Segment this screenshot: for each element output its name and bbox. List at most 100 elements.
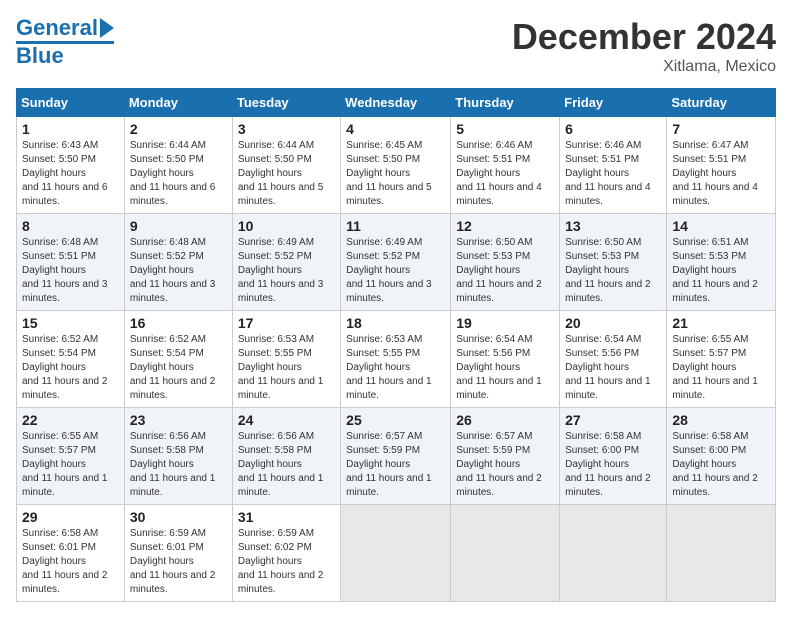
day-number: 31	[238, 509, 335, 525]
day-info: Sunrise: 6:54 AM Sunset: 5:56 PM Dayligh…	[565, 334, 650, 401]
day-info: Sunrise: 6:57 AM Sunset: 5:59 PM Dayligh…	[456, 431, 541, 498]
calendar-cell: 1 Sunrise: 6:43 AM Sunset: 5:50 PM Dayli…	[17, 117, 125, 214]
day-number: 14	[672, 218, 770, 234]
calendar-cell: 19 Sunrise: 6:54 AM Sunset: 5:56 PM Dayl…	[451, 311, 560, 408]
day-number: 30	[130, 509, 227, 525]
calendar-cell: 27 Sunrise: 6:58 AM Sunset: 6:00 PM Dayl…	[560, 408, 667, 505]
day-info: Sunrise: 6:45 AM Sunset: 5:50 PM Dayligh…	[346, 140, 431, 207]
day-number: 26	[456, 412, 554, 428]
calendar-cell: 26 Sunrise: 6:57 AM Sunset: 5:59 PM Dayl…	[451, 408, 560, 505]
day-number: 13	[565, 218, 661, 234]
calendar-header-tuesday: Tuesday	[232, 89, 340, 117]
day-info: Sunrise: 6:58 AM Sunset: 6:01 PM Dayligh…	[22, 528, 107, 595]
day-info: Sunrise: 6:49 AM Sunset: 5:52 PM Dayligh…	[238, 237, 323, 304]
title-section: December 2024 Xitlama, Mexico	[512, 16, 776, 76]
day-number: 4	[346, 121, 445, 137]
calendar-header-wednesday: Wednesday	[341, 89, 451, 117]
calendar-cell: 6 Sunrise: 6:46 AM Sunset: 5:51 PM Dayli…	[560, 117, 667, 214]
calendar-cell: 25 Sunrise: 6:57 AM Sunset: 5:59 PM Dayl…	[341, 408, 451, 505]
day-number: 8	[22, 218, 119, 234]
calendar-cell: 22 Sunrise: 6:55 AM Sunset: 5:57 PM Dayl…	[17, 408, 125, 505]
day-number: 12	[456, 218, 554, 234]
calendar-cell: 15 Sunrise: 6:52 AM Sunset: 5:54 PM Dayl…	[17, 311, 125, 408]
day-number: 5	[456, 121, 554, 137]
calendar-header-friday: Friday	[560, 89, 667, 117]
calendar-cell: 28 Sunrise: 6:58 AM Sunset: 6:00 PM Dayl…	[667, 408, 776, 505]
calendar-header-thursday: Thursday	[451, 89, 560, 117]
day-number: 3	[238, 121, 335, 137]
calendar-cell: 24 Sunrise: 6:56 AM Sunset: 5:58 PM Dayl…	[232, 408, 340, 505]
calendar-cell: 10 Sunrise: 6:49 AM Sunset: 5:52 PM Dayl…	[232, 214, 340, 311]
day-info: Sunrise: 6:58 AM Sunset: 6:00 PM Dayligh…	[565, 431, 650, 498]
day-info: Sunrise: 6:44 AM Sunset: 5:50 PM Dayligh…	[238, 140, 323, 207]
calendar-cell: 21 Sunrise: 6:55 AM Sunset: 5:57 PM Dayl…	[667, 311, 776, 408]
calendar-cell: 11 Sunrise: 6:49 AM Sunset: 5:52 PM Dayl…	[341, 214, 451, 311]
calendar-cell: 7 Sunrise: 6:47 AM Sunset: 5:51 PM Dayli…	[667, 117, 776, 214]
logo-arrow-icon	[100, 18, 114, 38]
day-info: Sunrise: 6:48 AM Sunset: 5:52 PM Dayligh…	[130, 237, 215, 304]
day-number: 27	[565, 412, 661, 428]
day-number: 16	[130, 315, 227, 331]
calendar-cell: 12 Sunrise: 6:50 AM Sunset: 5:53 PM Dayl…	[451, 214, 560, 311]
location-title: Xitlama, Mexico	[512, 58, 776, 76]
day-number: 15	[22, 315, 119, 331]
day-info: Sunrise: 6:58 AM Sunset: 6:00 PM Dayligh…	[672, 431, 757, 498]
day-info: Sunrise: 6:55 AM Sunset: 5:57 PM Dayligh…	[22, 431, 107, 498]
day-info: Sunrise: 6:59 AM Sunset: 6:01 PM Dayligh…	[130, 528, 215, 595]
calendar-week-4: 22 Sunrise: 6:55 AM Sunset: 5:57 PM Dayl…	[17, 408, 776, 505]
day-info: Sunrise: 6:53 AM Sunset: 5:55 PM Dayligh…	[346, 334, 431, 401]
calendar-cell	[341, 505, 451, 602]
calendar-cell: 31 Sunrise: 6:59 AM Sunset: 6:02 PM Dayl…	[232, 505, 340, 602]
logo: General Blue	[16, 16, 114, 68]
calendar-cell: 4 Sunrise: 6:45 AM Sunset: 5:50 PM Dayli…	[341, 117, 451, 214]
calendar-cell	[451, 505, 560, 602]
calendar-cell: 5 Sunrise: 6:46 AM Sunset: 5:51 PM Dayli…	[451, 117, 560, 214]
calendar-cell: 30 Sunrise: 6:59 AM Sunset: 6:01 PM Dayl…	[124, 505, 232, 602]
day-number: 20	[565, 315, 661, 331]
day-info: Sunrise: 6:50 AM Sunset: 5:53 PM Dayligh…	[456, 237, 541, 304]
day-number: 6	[565, 121, 661, 137]
day-info: Sunrise: 6:46 AM Sunset: 5:51 PM Dayligh…	[565, 140, 650, 207]
day-info: Sunrise: 6:50 AM Sunset: 5:53 PM Dayligh…	[565, 237, 650, 304]
calendar-cell: 9 Sunrise: 6:48 AM Sunset: 5:52 PM Dayli…	[124, 214, 232, 311]
day-info: Sunrise: 6:44 AM Sunset: 5:50 PM Dayligh…	[130, 140, 215, 207]
day-info: Sunrise: 6:56 AM Sunset: 5:58 PM Dayligh…	[130, 431, 215, 498]
calendar-week-5: 29 Sunrise: 6:58 AM Sunset: 6:01 PM Dayl…	[17, 505, 776, 602]
day-info: Sunrise: 6:47 AM Sunset: 5:51 PM Dayligh…	[672, 140, 757, 207]
calendar-header-row: SundayMondayTuesdayWednesdayThursdayFrid…	[17, 89, 776, 117]
logo-blue-text: Blue	[16, 44, 64, 68]
day-info: Sunrise: 6:52 AM Sunset: 5:54 PM Dayligh…	[22, 334, 107, 401]
calendar-cell: 13 Sunrise: 6:50 AM Sunset: 5:53 PM Dayl…	[560, 214, 667, 311]
calendar-cell: 17 Sunrise: 6:53 AM Sunset: 5:55 PM Dayl…	[232, 311, 340, 408]
day-number: 11	[346, 218, 445, 234]
day-info: Sunrise: 6:48 AM Sunset: 5:51 PM Dayligh…	[22, 237, 107, 304]
day-number: 9	[130, 218, 227, 234]
day-number: 22	[22, 412, 119, 428]
calendar-cell: 29 Sunrise: 6:58 AM Sunset: 6:01 PM Dayl…	[17, 505, 125, 602]
day-number: 17	[238, 315, 335, 331]
day-number: 28	[672, 412, 770, 428]
day-number: 24	[238, 412, 335, 428]
calendar-header-saturday: Saturday	[667, 89, 776, 117]
day-info: Sunrise: 6:46 AM Sunset: 5:51 PM Dayligh…	[456, 140, 541, 207]
day-number: 18	[346, 315, 445, 331]
day-info: Sunrise: 6:52 AM Sunset: 5:54 PM Dayligh…	[130, 334, 215, 401]
day-number: 23	[130, 412, 227, 428]
day-info: Sunrise: 6:54 AM Sunset: 5:56 PM Dayligh…	[456, 334, 541, 401]
calendar-cell: 16 Sunrise: 6:52 AM Sunset: 5:54 PM Dayl…	[124, 311, 232, 408]
calendar-week-2: 8 Sunrise: 6:48 AM Sunset: 5:51 PM Dayli…	[17, 214, 776, 311]
day-info: Sunrise: 6:57 AM Sunset: 5:59 PM Dayligh…	[346, 431, 431, 498]
calendar-cell: 2 Sunrise: 6:44 AM Sunset: 5:50 PM Dayli…	[124, 117, 232, 214]
calendar-cell: 3 Sunrise: 6:44 AM Sunset: 5:50 PM Dayli…	[232, 117, 340, 214]
calendar-cell: 8 Sunrise: 6:48 AM Sunset: 5:51 PM Dayli…	[17, 214, 125, 311]
day-info: Sunrise: 6:56 AM Sunset: 5:58 PM Dayligh…	[238, 431, 323, 498]
calendar-cell	[560, 505, 667, 602]
day-number: 1	[22, 121, 119, 137]
calendar-cell: 18 Sunrise: 6:53 AM Sunset: 5:55 PM Dayl…	[341, 311, 451, 408]
day-info: Sunrise: 6:53 AM Sunset: 5:55 PM Dayligh…	[238, 334, 323, 401]
day-number: 29	[22, 509, 119, 525]
month-title: December 2024	[512, 16, 776, 58]
day-info: Sunrise: 6:55 AM Sunset: 5:57 PM Dayligh…	[672, 334, 757, 401]
day-number: 10	[238, 218, 335, 234]
calendar-cell	[667, 505, 776, 602]
